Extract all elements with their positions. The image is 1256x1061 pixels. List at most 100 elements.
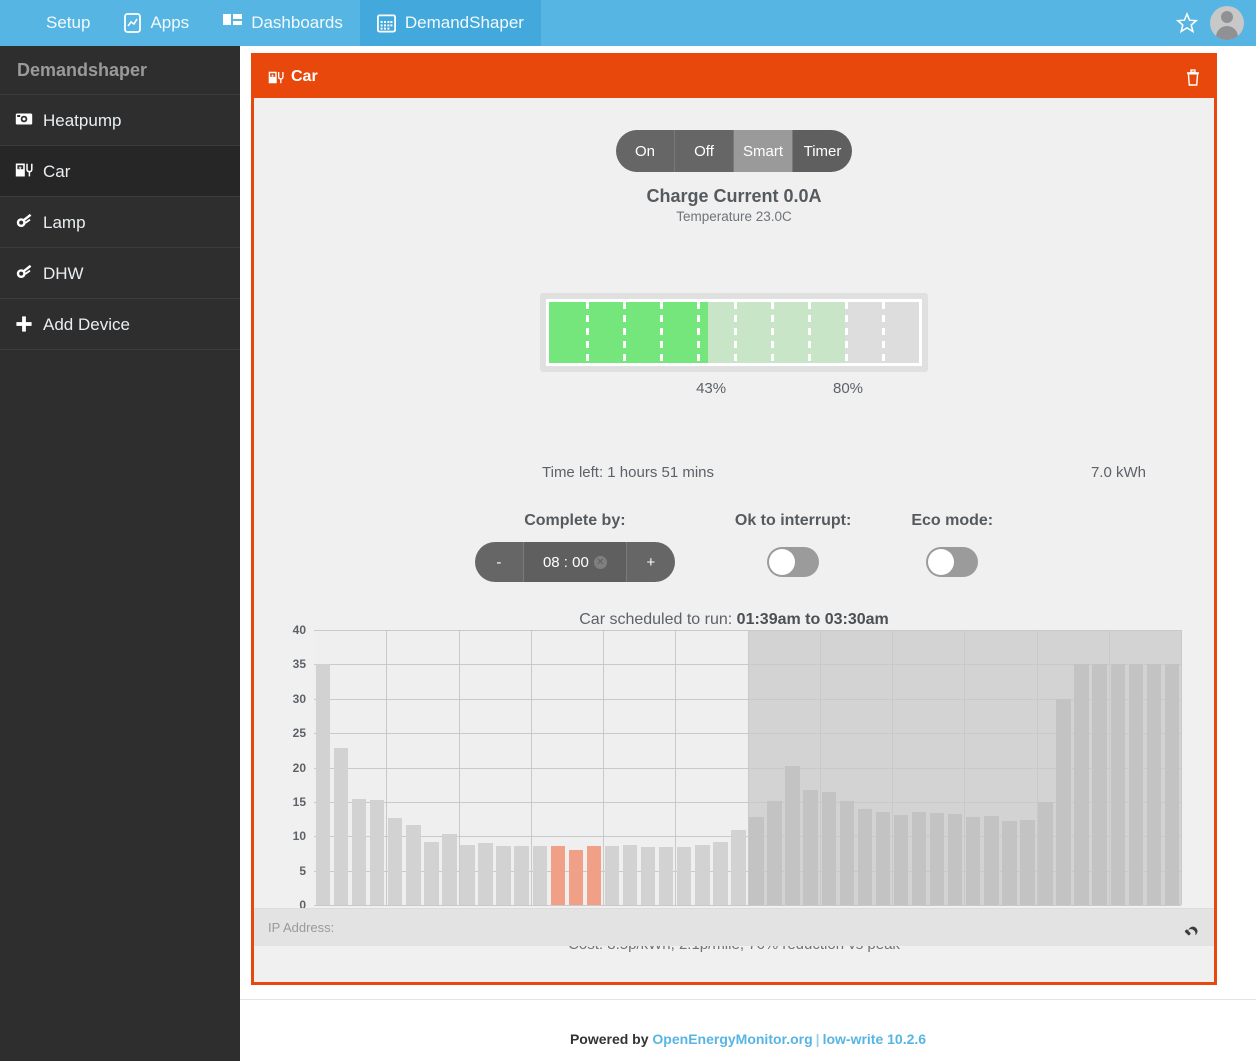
ev-charger-icon (268, 70, 284, 85)
chart-bar (984, 816, 999, 905)
sidebar-item-add-device[interactable]: Add Device (0, 299, 240, 350)
ok-to-interrupt-label: Ok to interrupt: (734, 512, 852, 529)
chart-bar (911, 812, 927, 905)
nav-item-setup[interactable]: Setup (0, 0, 107, 46)
chart-bar (369, 799, 385, 905)
chart-bar (785, 766, 800, 905)
mode-button-off[interactable]: Off (675, 130, 734, 172)
sidebar-item-lamp[interactable]: Lamp (0, 197, 240, 248)
powered-by-text: Powered by OpenEnergyMonitor.org | low-wri… (570, 1031, 926, 1047)
nav-item-apps[interactable]: Apps (107, 0, 206, 46)
chart-y-tick-label: 25 (292, 726, 306, 741)
battery-bar-container[interactable] (540, 293, 928, 372)
nav-item-dashboards[interactable]: Dashboards (206, 0, 360, 46)
time-input[interactable]: 08 : 00 ✕ (522, 542, 627, 582)
plus-icon (15, 315, 33, 333)
chart-gridline-horizontal (314, 905, 1181, 906)
chart-bar (713, 841, 728, 905)
nav-item-demandshaper[interactable]: DemandShaper (359, 0, 541, 46)
chart-bar (966, 817, 981, 905)
nav-item-label: DemandShaper (404, 13, 524, 32)
battery-tick (845, 302, 848, 363)
trash-icon[interactable] (1186, 68, 1200, 86)
chart-bar (857, 808, 873, 905)
chart-y-tick-label: 30 (292, 691, 306, 706)
version-link[interactable]: low-write 10.2.6 (823, 1031, 926, 1047)
user-avatar-icon[interactable] (1210, 6, 1244, 40)
card-title: Car (291, 68, 318, 85)
chart-plot-area[interactable]: 051015202530354021:0023:0001:0003:0005:0… (293, 623, 1197, 924)
star-outline-icon[interactable] (1176, 12, 1198, 34)
chart-bar (315, 664, 331, 905)
plug-icon (15, 264, 33, 282)
plug-icon (15, 213, 33, 231)
mode-button-timer[interactable]: Timer (793, 130, 852, 172)
time-stepper: - 08 : 00 ✕ + (474, 542, 675, 582)
chart-bar (424, 841, 439, 905)
chart-bar (821, 791, 836, 905)
navbar-spacer (541, 0, 1176, 46)
sidebar: Demandshaper Heatpump Car Lamp DHW Add D… (0, 46, 240, 1061)
openenergymonitor-link[interactable]: OpenEnergyMonitor.org (652, 1031, 812, 1047)
chart-bar (767, 801, 782, 905)
device-card-car: Car On Off Smart Timer Charge Current 0.… (251, 53, 1217, 985)
chart-y-tick-label: 15 (292, 794, 306, 809)
navbar-right-group (1176, 0, 1256, 46)
card-footer: IP Address: (254, 908, 1214, 946)
time-increment-button[interactable]: + (626, 542, 675, 582)
sidebar-item-heatpump[interactable]: Heatpump (0, 95, 240, 146)
chart-bar (406, 824, 421, 905)
card-body: On Off Smart Timer Charge Current 0.0A T… (254, 98, 1214, 953)
ip-address-label: IP Address: (268, 920, 335, 935)
toggle-knob (769, 549, 796, 575)
time-input-value: 08 : 00 (542, 553, 589, 571)
top-navbar: Setup Apps Dashboards DemandShaper (0, 0, 1256, 46)
mode-button-smart[interactable]: Smart (734, 130, 793, 172)
eco-mode-control: Eco mode: (911, 512, 993, 577)
clear-circle-icon[interactable]: ✕ (593, 555, 607, 569)
chart-bar (929, 812, 945, 905)
sidebar-item-label: Heatpump (43, 110, 122, 130)
page-footer: Powered by OpenEnergyMonitor.org | low-wri… (240, 999, 1256, 1061)
ok-to-interrupt-control: Ok to interrupt: (735, 512, 851, 577)
battery-bar (546, 299, 922, 366)
toggle-knob (928, 549, 955, 575)
chart-bar (749, 817, 764, 905)
chart-gridline-vertical (1181, 630, 1182, 905)
mode-button-on[interactable]: On (616, 130, 675, 172)
ok-to-interrupt-toggle[interactable] (767, 547, 820, 577)
chart-bar (875, 811, 891, 905)
sidebar-item-label: Add Device (43, 314, 130, 334)
dashboard-grid-icon (223, 13, 243, 33)
eco-mode-toggle[interactable] (926, 547, 979, 577)
nav-item-label: Dashboards (251, 13, 343, 32)
hamburger-icon (17, 16, 37, 31)
sidebar-item-label: DHW (43, 263, 84, 283)
chart-bar (839, 800, 855, 905)
sidebar-item-car[interactable]: Car (0, 146, 240, 197)
energy-readout: 7.0 kWh (1090, 464, 1146, 481)
chart-y-tick-label: 5 (299, 863, 306, 878)
battery-soc-label: 43% (696, 380, 727, 397)
chart-y-tick-label: 40 (292, 623, 306, 637)
chart-bar (1038, 801, 1053, 905)
chart-bar (1092, 664, 1107, 905)
battery-tick (697, 302, 700, 363)
chart-bar (1146, 664, 1162, 905)
battery-soc-fill (549, 302, 709, 363)
eco-mode-label: Eco mode: (911, 512, 994, 529)
chart-bar (1074, 664, 1089, 905)
sidebar-item-label: Lamp (43, 212, 86, 232)
battery-tick (623, 302, 626, 363)
sidebar-item-dhw[interactable]: DHW (0, 248, 240, 299)
chart-bar (550, 845, 566, 905)
card-header: Car (254, 56, 1214, 98)
chart-bar (351, 799, 367, 905)
chart-bar (893, 814, 909, 905)
controls-row: Complete by: - 08 : 00 ✕ + Ok to interru… (254, 512, 1214, 582)
chart-bar (442, 834, 457, 905)
time-decrement-button[interactable]: - (474, 542, 523, 582)
chart-bar (478, 843, 493, 905)
chart-bar (460, 844, 475, 905)
wrench-icon[interactable] (1184, 920, 1200, 936)
